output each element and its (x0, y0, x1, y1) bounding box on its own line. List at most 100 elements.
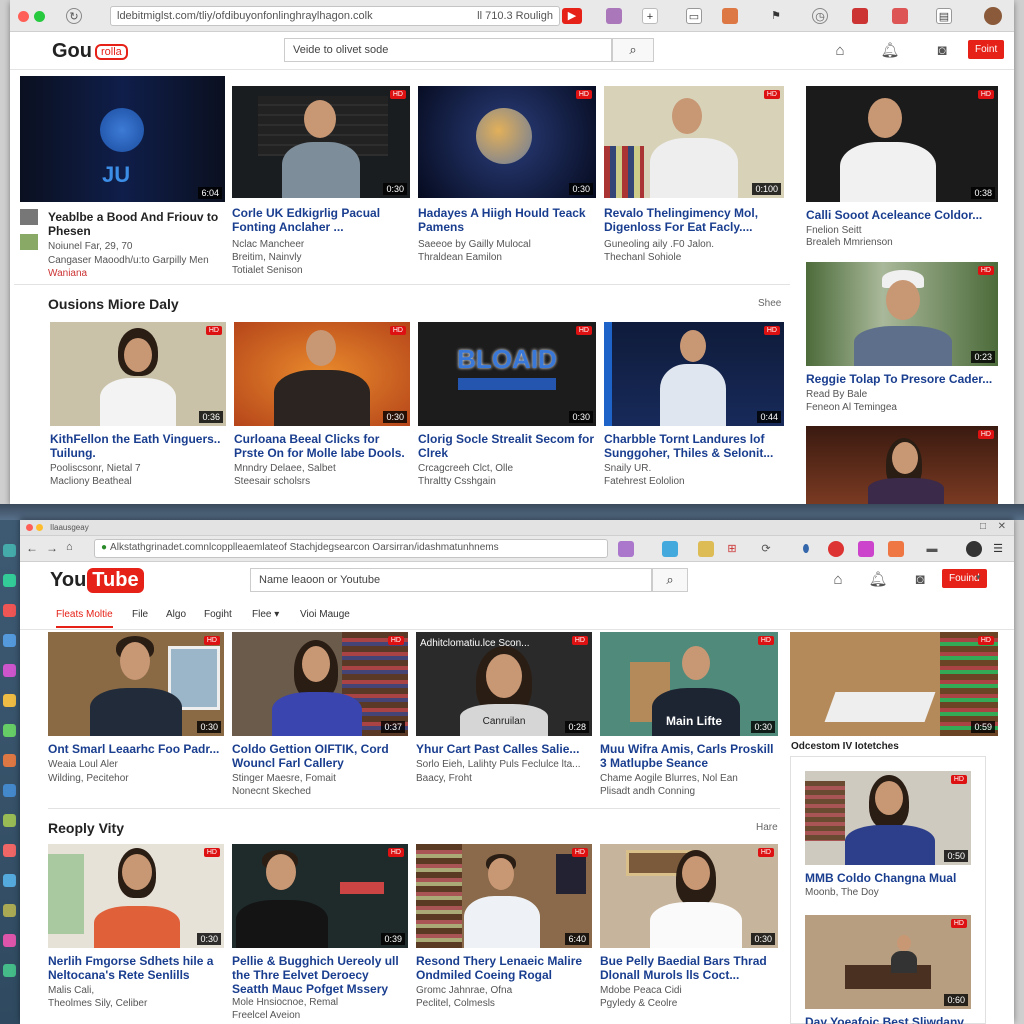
video-thumbnail[interactable]: HD (806, 426, 998, 504)
dock-app-icon[interactable] (3, 754, 16, 767)
section-more-link[interactable]: Shee (758, 298, 781, 309)
print-icon[interactable]: ▬ (924, 541, 940, 557)
address-bar[interactable]: ldebitmiglst.com/tliy/ofdibuyonfonlinghr… (110, 6, 560, 26)
video-title[interactable]: MMB Coldo Changna Mual (805, 871, 971, 885)
pin-icon[interactable]: + (642, 8, 658, 24)
reload-icon[interactable]: ↻ (66, 8, 82, 24)
dock-app-icon[interactable] (3, 664, 16, 677)
video-title[interactable]: Reggie Tolap To Presore Cader... (806, 372, 998, 386)
dock-app-icon[interactable] (3, 814, 16, 827)
tab-title[interactable]: Ilaausgeay (50, 523, 89, 532)
back-icon[interactable]: ← (26, 541, 38, 555)
document-icon[interactable]: ▤ (936, 8, 952, 24)
flag-icon[interactable]: ⚑ (768, 8, 784, 24)
dock-app-icon[interactable] (3, 904, 16, 917)
video-card[interactable]: HD 0:39 Pellie & Bugghich Uereoly ull th… (232, 844, 408, 1024)
subnav-tab[interactable]: File (132, 609, 148, 620)
subnav-tab[interactable]: Algo (166, 609, 186, 620)
search-button[interactable]: ⌕ (652, 568, 688, 592)
dock-app-icon[interactable] (3, 544, 16, 557)
close-window-button[interactable] (18, 11, 29, 22)
video-thumbnail[interactable]: HD 6:40 (416, 844, 592, 948)
video-card[interactable]: HD 0:30 Curloana Beeal Clicks for Prste … (234, 322, 410, 498)
video-thumbnail[interactable]: HD 0:36 (50, 322, 226, 426)
video-card[interactable]: HD (806, 426, 998, 504)
dock-app-icon[interactable] (3, 964, 16, 977)
tag-icon[interactable] (858, 541, 874, 557)
video-card[interactable]: HD 0:38 Calli Sooot Aceleance Coldor... … (806, 86, 998, 256)
video-card[interactable]: Main Lifte HD 0:30 Muu Wifra Amis, Carls… (600, 632, 778, 802)
video-card[interactable]: BLOAID HD 0:30 Clorig Socle Strealit Sec… (418, 322, 596, 498)
notifications-icon[interactable]: 🔔︎ (880, 41, 900, 61)
shield-icon[interactable]: ⬮ (798, 541, 814, 557)
account-icon[interactable]: ⌂ (830, 41, 850, 61)
video-card[interactable]: HD 0:59 (790, 632, 998, 742)
subnav-tab[interactable]: Fleats Moltie (56, 609, 113, 628)
dock-app-icon[interactable] (3, 874, 16, 887)
video-thumbnail[interactable]: HD 0:44 (604, 322, 784, 426)
close-window-button[interactable] (26, 524, 33, 531)
video-thumbnail[interactable]: HD 0:30 (418, 86, 596, 198)
close-icon[interactable]: ✕ (998, 521, 1006, 532)
extension-icon[interactable] (618, 541, 634, 557)
video-title[interactable]: Yhur Cart Past Calles Salie... (416, 742, 592, 756)
video-thumbnail[interactable]: HD 0:30 (48, 844, 224, 948)
video-card[interactable]: HD 0:23 Reggie Tolap To Presore Cader...… (806, 262, 998, 422)
profile-avatar[interactable] (984, 7, 1002, 25)
video-card[interactable]: HD 0:30 Ont Smarl Leaarhc Foo Padr... We… (48, 632, 224, 802)
video-thumbnail[interactable]: HD 0:37 (232, 632, 408, 736)
notifications-icon[interactable]: 🔔︎ (868, 570, 888, 590)
menu-icon[interactable]: ☰ (990, 541, 1006, 557)
video-thumbnail[interactable]: HD 0:30 (234, 322, 410, 426)
video-title[interactable]: Nerlih Fmgorse Sdhets hile a Neltocana's… (48, 954, 224, 982)
video-thumbnail[interactable]: HD 0:59 (790, 632, 998, 736)
video-card[interactable]: HD 0:36 KithFellon the Eath Vinguers.. T… (50, 322, 226, 498)
video-card[interactable]: Adhitclomatiu.lce Scon... Canruilan HD 0… (416, 632, 592, 802)
video-title[interactable]: Corle UK Edkigrlig Pacual Fonting Anclah… (232, 206, 410, 234)
video-thumbnail[interactable]: HD 0:38 (806, 86, 998, 202)
profile-avatar[interactable] (966, 541, 982, 557)
video-title[interactable]: Calli Sooot Aceleance Coldor... (806, 208, 998, 222)
forward-icon[interactable]: → (46, 541, 58, 555)
video-card[interactable]: HD 0:44 Charbble Tornt Landures lof Sung… (604, 322, 784, 498)
video-thumbnail[interactable]: BLOAID HD 0:30 (418, 322, 596, 426)
inbox-icon[interactable]: ▭ (686, 8, 702, 24)
folder-icon[interactable] (888, 541, 904, 557)
video-thumbnail[interactable]: Adhitclomatiu.lce Scon... Canruilan HD 0… (416, 632, 592, 736)
subnav-tab[interactable]: Vioi Mauge (300, 609, 350, 620)
chevron-down-icon[interactable]: ▾ (976, 572, 981, 583)
video-card[interactable]: HD 0:37 Coldo Gettion OIFTIK, Cord Wounc… (232, 632, 408, 802)
record-icon[interactable] (828, 541, 844, 557)
video-title[interactable]: Curloana Beeal Clicks for Prste On for M… (234, 432, 410, 460)
upload-icon[interactable]: ◙ (932, 41, 952, 61)
video-thumbnail[interactable]: HD 0:60 (805, 915, 971, 1009)
video-thumbnail[interactable]: JU 6:04 (20, 76, 225, 202)
search-input[interactable]: Name leaoon or Youtube (250, 568, 652, 592)
dock-app-icon[interactable] (3, 604, 16, 617)
dock-app-icon[interactable] (3, 724, 16, 737)
video-card[interactable]: HD 0:50 MMB Coldo Changna Mual Moonb, Th… (805, 771, 971, 899)
address-bar[interactable]: ● Alkstathgrinadet.comnlcopplleaemlateof … (94, 539, 608, 558)
subnav-tab[interactable]: Flee ▾ (252, 609, 279, 620)
video-title[interactable]: Clorig Socle Strealit Secom for Clrek (418, 432, 596, 460)
subnav-tab[interactable]: Fogiht (204, 609, 232, 620)
mail-icon[interactable] (892, 8, 908, 24)
video-title[interactable]: Hadayes A Hiigh Hould Teack Pamens (418, 206, 596, 234)
video-title[interactable]: Coldo Gettion OIFTIK, Cord Wouncl Farl C… (232, 742, 408, 770)
video-title[interactable]: KithFellon the Eath Vinguers.. Tuilung. (50, 432, 226, 460)
dock-app-icon[interactable] (3, 844, 16, 857)
sign-in-button[interactable]: Foint (968, 40, 1005, 59)
video-thumbnail[interactable]: HD 0:30 (232, 86, 410, 198)
video-title[interactable]: Charbble Tornt Landures lof Sunggoher, T… (604, 432, 784, 460)
dock-app-icon[interactable] (3, 934, 16, 947)
home-icon[interactable]: ⌂ (66, 541, 73, 553)
video-thumbnail[interactable]: HD 0:30 (600, 844, 778, 948)
section-more-link[interactable]: Hare (756, 822, 778, 833)
account-icon[interactable]: ⌂ (828, 570, 848, 590)
video-thumbnail[interactable]: HD 0:23 (806, 262, 998, 366)
video-card[interactable]: HD 0:30 Corle UK Edkigrlig Pacual Fontin… (232, 86, 410, 286)
video-thumbnail[interactable]: HD 0:50 (805, 771, 971, 865)
photo-icon[interactable] (662, 541, 678, 557)
history-icon[interactable]: ◷ (812, 8, 828, 24)
upload-icon[interactable]: ◙ (910, 570, 930, 590)
